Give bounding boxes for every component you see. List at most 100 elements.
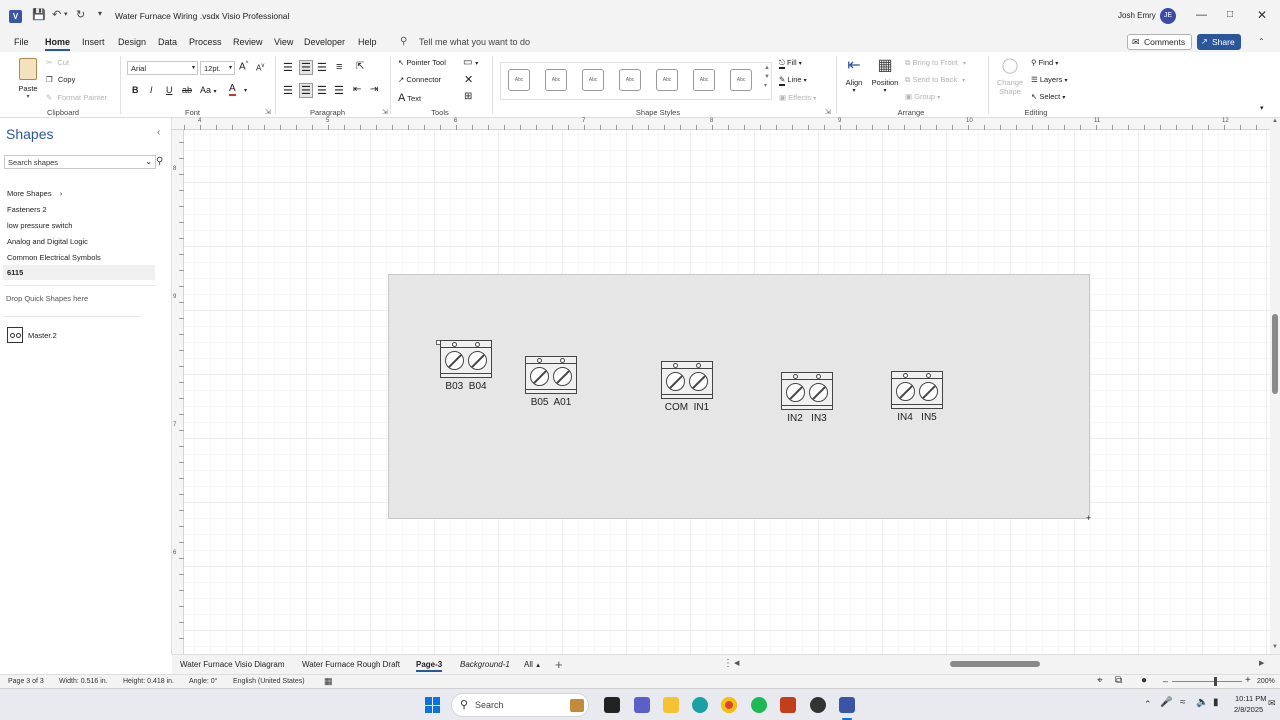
gallery-scroll-icon[interactable]: ▲ ▼ ▾ (764, 64, 770, 91)
style-swatch[interactable]: Abc (582, 69, 604, 91)
page-tab[interactable]: Water Furnace Visio Diagram (180, 660, 284, 669)
avatar[interactable]: JE (1160, 8, 1176, 24)
justify-icon[interactable]: ☰ (334, 84, 344, 97)
scroll-right-icon[interactable]: ▶ (1259, 659, 1264, 667)
maximize-icon[interactable]: □ (1227, 9, 1233, 20)
search-shapes-input[interactable]: Search shapes ⌄ (4, 155, 156, 169)
paste-button[interactable]: Paste ▾ (14, 56, 42, 102)
undo-icon[interactable]: ↶ (52, 8, 61, 21)
layers-button[interactable]: ☰ Layers ▾ (1031, 75, 1067, 84)
stencil-item[interactable]: Fasteners 2 (7, 205, 47, 214)
tab-file[interactable]: File (14, 37, 29, 47)
stencil-item[interactable]: Analog and Digital Logic (7, 237, 88, 246)
find-button[interactable]: ⚲ Find ▾ (1031, 58, 1058, 67)
task-view-icon[interactable] (604, 697, 620, 713)
volume-icon[interactable]: 🔈 (1196, 697, 1208, 708)
zoom-in-icon[interactable]: + (1245, 675, 1251, 686)
battery-icon[interactable]: ▮ (1213, 697, 1219, 708)
grow-font-icon[interactable]: A^ (239, 61, 249, 72)
chrome-icon[interactable] (721, 697, 737, 713)
tab-design[interactable]: Design (118, 37, 146, 47)
clock-date[interactable]: 2/8/2025 (1234, 705, 1263, 714)
language-status[interactable]: English (United States) (233, 678, 305, 685)
zoom-out-icon[interactable]: – (1163, 676, 1168, 686)
dialog-launcher-icon[interactable]: ⇲ (825, 108, 831, 116)
font-size-select[interactable]: 12pt. ▾ (200, 61, 235, 75)
collapse-pane-icon[interactable]: ‹ (157, 127, 160, 138)
macro-icon[interactable]: ▦ (324, 676, 333, 687)
connector-button[interactable]: ↗ Connector (398, 75, 441, 84)
zoom-slider-thumb[interactable] (1214, 677, 1217, 686)
style-swatch[interactable]: Abc (693, 69, 715, 91)
more-shapes-item[interactable]: More Shapes › (7, 189, 62, 198)
scroll-up-icon[interactable]: ▲ (1272, 118, 1278, 124)
microphone-icon[interactable]: 🎤 (1160, 697, 1172, 708)
diagram-container-shape[interactable] (388, 274, 1090, 519)
spotify-icon[interactable] (751, 697, 767, 713)
presentation-mode-icon[interactable]: ● (1141, 675, 1147, 686)
align-top-icon[interactable]: ☰ (283, 61, 293, 74)
master-shape-item[interactable]: Master.2 (7, 327, 127, 345)
customize-qat-icon[interactable]: ▾ (98, 9, 102, 18)
connection-point-icon[interactable]: ⊞ (464, 91, 472, 102)
align-bottom-icon[interactable]: ☰ (317, 61, 327, 74)
add-page-icon[interactable]: + (555, 657, 563, 672)
all-pages-button[interactable]: All ▲ (524, 660, 541, 669)
tab-help[interactable]: Help (358, 37, 377, 47)
powerpoint-icon[interactable] (780, 697, 796, 713)
line-button[interactable]: ✎ Line ▾ (779, 75, 807, 86)
text-direction-icon[interactable]: ⇱ (356, 61, 364, 72)
wifi-icon[interactable]: ≈ (1180, 697, 1186, 708)
page-tab[interactable]: Background-1 (460, 660, 510, 669)
edge-icon[interactable] (692, 697, 708, 713)
italic-icon[interactable]: I (150, 85, 153, 95)
undo-dropdown-icon[interactable]: ▾ (64, 10, 68, 18)
pointer-tool-button[interactable]: ↖ Pointer Tool (398, 58, 446, 67)
align-center-icon[interactable]: ☰ (299, 83, 313, 98)
send-to-back-button[interactable]: ⧉ Send to Back ▾ (905, 75, 965, 85)
app-icon[interactable] (810, 697, 826, 713)
page-number-status[interactable]: Page 3 of 3 (8, 678, 44, 685)
shrink-font-icon[interactable]: Av (256, 63, 264, 73)
windows-start-icon[interactable] (425, 697, 441, 713)
horizontal-scrollbar-thumb[interactable] (950, 661, 1040, 667)
dialog-launcher-icon[interactable]: ⇲ (265, 108, 271, 116)
strikethrough-icon[interactable]: ab (182, 85, 192, 95)
tab-insert[interactable]: Insert (82, 37, 105, 47)
redo-icon[interactable]: ↻ (76, 8, 85, 21)
fill-button[interactable]: ⎋ Fill ▾ (779, 58, 802, 69)
scrollbar-thumb[interactable] (1272, 314, 1278, 394)
text-button[interactable]: A Text (398, 92, 421, 104)
resize-handle-icon[interactable]: + (1086, 513, 1091, 523)
underline-icon[interactable]: U (166, 85, 173, 95)
bullets-icon[interactable]: ≡ (336, 61, 342, 73)
bold-icon[interactable]: B (132, 85, 139, 95)
decrease-indent-icon[interactable]: ⇤ (353, 84, 361, 95)
taskbar-search-box[interactable]: ⚲ Search (451, 693, 589, 717)
close-icon[interactable]: ✕ (464, 73, 473, 86)
share-button[interactable]: ↗ Share (1197, 34, 1241, 50)
visio-taskbar-icon[interactable] (839, 697, 855, 713)
dialog-launcher-icon[interactable]: ⇲ (382, 108, 388, 116)
search-icon[interactable]: ⚲ (156, 156, 163, 167)
position-button[interactable]: ▦ Position ▾ (870, 56, 900, 94)
align-left-icon[interactable]: ☰ (283, 84, 293, 97)
chevron-down-icon[interactable]: ⌄ (145, 157, 152, 166)
cut-button[interactable]: ✂ Cut (46, 58, 69, 67)
chevron-down-icon[interactable]: ▾ (244, 87, 247, 94)
style-swatch[interactable]: Abc (508, 69, 530, 91)
zoom-level[interactable]: 200% (1257, 678, 1275, 685)
ribbon-expand-icon[interactable]: ▾ (1260, 104, 1264, 112)
increase-indent-icon[interactable]: ⇥ (370, 84, 378, 95)
teams-icon[interactable] (634, 697, 650, 713)
font-name-select[interactable]: Arial ▾ (127, 61, 198, 75)
rectangle-shape-icon[interactable]: ▭ ▾ (463, 57, 478, 68)
select-button[interactable]: ↖ Select ▾ (1031, 92, 1065, 101)
tab-view[interactable]: View (274, 37, 293, 47)
save-icon[interactable]: 💾 (32, 8, 46, 21)
zoom-slider[interactable] (1172, 677, 1242, 686)
vertical-scrollbar[interactable]: ▲ ▼ (1270, 118, 1280, 654)
bring-to-front-button[interactable]: ⧉ Bring to Front ▾ (905, 58, 966, 68)
change-shape-button[interactable]: ◯ Change Shape (994, 56, 1026, 96)
fit-page-icon[interactable]: ⌖ (1097, 675, 1103, 686)
